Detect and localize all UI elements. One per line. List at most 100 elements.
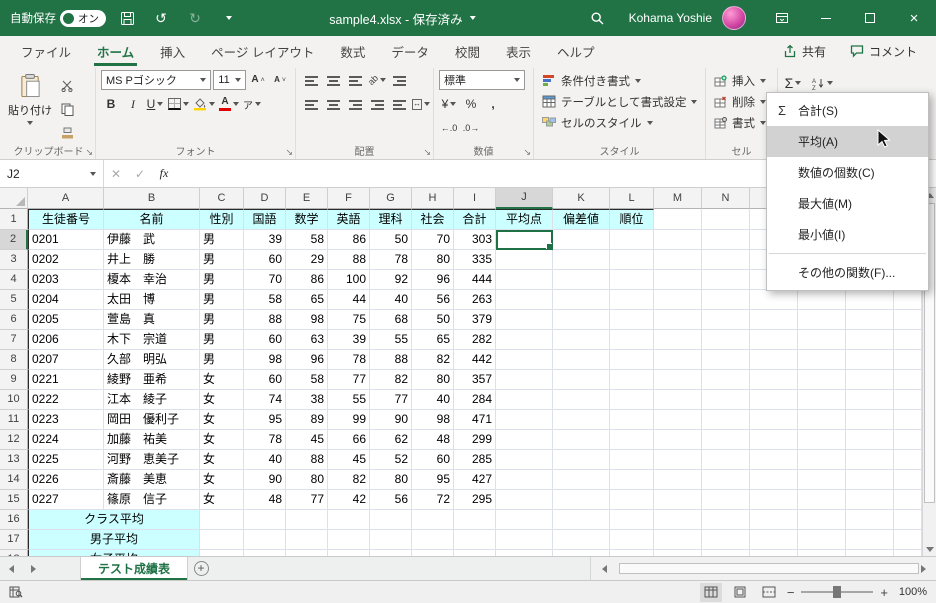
row-header-9[interactable]: 9 — [0, 370, 28, 390]
ribbon-display-options-button[interactable] — [760, 0, 804, 36]
scroll-left-button[interactable] — [593, 564, 615, 573]
cell-G1[interactable]: 理科 — [370, 209, 412, 230]
cell-L9[interactable] — [610, 370, 654, 390]
cell-B2[interactable]: 伊藤 武 — [104, 230, 200, 250]
tab-insert[interactable]: 挿入 — [147, 36, 198, 66]
col-header-M[interactable]: M — [654, 188, 702, 209]
cell-E2[interactable]: 58 — [286, 230, 328, 250]
cell-M11[interactable] — [654, 410, 702, 430]
cell-H10[interactable]: 40 — [412, 390, 454, 410]
cell-N4[interactable] — [702, 270, 750, 290]
delete-cells-button[interactable]: 削除 — [711, 91, 769, 112]
cell-J5[interactable] — [496, 290, 553, 310]
cell-E5[interactable]: 65 — [286, 290, 328, 310]
cell-G2[interactable]: 50 — [370, 230, 412, 250]
cell-J12[interactable] — [496, 430, 553, 450]
cell-A12[interactable]: 0224 — [28, 430, 104, 450]
cell-J16[interactable] — [496, 510, 553, 530]
cell-f46[interactable] — [894, 310, 922, 330]
cell-f110[interactable] — [750, 390, 798, 410]
cell-C2[interactable]: 男 — [200, 230, 244, 250]
cell-H9[interactable]: 80 — [412, 370, 454, 390]
cell-N11[interactable] — [702, 410, 750, 430]
cell-C14[interactable]: 女 — [200, 470, 244, 490]
cell-A9[interactable]: 0221 — [28, 370, 104, 390]
cell-I9[interactable]: 357 — [454, 370, 496, 390]
cell-f316[interactable] — [846, 510, 894, 530]
col-header-L[interactable]: L — [610, 188, 654, 209]
cell-D13[interactable]: 40 — [244, 450, 286, 470]
cell-f117[interactable] — [750, 530, 798, 550]
cell-J3[interactable] — [496, 250, 553, 270]
menu-item-more-functions[interactable]: その他の関数(F)... — [767, 257, 928, 288]
cell-L11[interactable] — [610, 410, 654, 430]
shrink-font-button[interactable]: A ˅ — [270, 70, 290, 90]
cell-E17[interactable] — [286, 530, 328, 550]
cell-D14[interactable]: 90 — [244, 470, 286, 490]
cell-B12[interactable]: 加藤 祐美 — [104, 430, 200, 450]
cell-M8[interactable] — [654, 350, 702, 370]
cell-E7[interactable]: 63 — [286, 330, 328, 350]
cell-F12[interactable]: 66 — [328, 430, 370, 450]
cell-G13[interactable]: 52 — [370, 450, 412, 470]
cell-B9[interactable]: 綾野 亜希 — [104, 370, 200, 390]
user-name[interactable]: Kohama Yoshie — [629, 11, 712, 25]
cell-M7[interactable] — [654, 330, 702, 350]
cell-I16[interactable] — [454, 510, 496, 530]
cell-L2[interactable] — [610, 230, 654, 250]
cell-E8[interactable]: 96 — [286, 350, 328, 370]
cell-K6[interactable] — [553, 310, 610, 330]
conditional-formatting-button[interactable]: 条件付き書式 — [539, 70, 644, 91]
cell-B6[interactable]: 萱島 真 — [104, 310, 200, 330]
cell-K7[interactable] — [553, 330, 610, 350]
cell-D10[interactable]: 74 — [244, 390, 286, 410]
cancel-formula-button[interactable]: ✕ — [104, 160, 128, 187]
cell-E15[interactable]: 77 — [286, 490, 328, 510]
cell-G3[interactable]: 78 — [370, 250, 412, 270]
cell-I12[interactable]: 299 — [454, 430, 496, 450]
cell-f312[interactable] — [846, 430, 894, 450]
cell-E4[interactable]: 86 — [286, 270, 328, 290]
col-header-K[interactable]: K — [553, 188, 610, 209]
cell-D3[interactable]: 60 — [244, 250, 286, 270]
cell-I2[interactable]: 303 — [454, 230, 496, 250]
cell-F2[interactable]: 86 — [328, 230, 370, 250]
cell-N3[interactable] — [702, 250, 750, 270]
cell-E12[interactable]: 45 — [286, 430, 328, 450]
cell-N7[interactable] — [702, 330, 750, 350]
cut-button[interactable] — [57, 75, 77, 95]
cell-f48[interactable] — [894, 350, 922, 370]
menu-item-max[interactable]: 最大値(M) — [767, 188, 928, 219]
cell-K9[interactable] — [553, 370, 610, 390]
cell-C15[interactable]: 女 — [200, 490, 244, 510]
undo-button[interactable]: ↺ — [148, 4, 174, 32]
cell-f18[interactable] — [750, 350, 798, 370]
cell-M15[interactable] — [654, 490, 702, 510]
cell-F8[interactable]: 78 — [328, 350, 370, 370]
cell-M12[interactable] — [654, 430, 702, 450]
cell-f217[interactable] — [798, 530, 846, 550]
cell-A11[interactable]: 0223 — [28, 410, 104, 430]
cell-H13[interactable]: 60 — [412, 450, 454, 470]
cell-E11[interactable]: 89 — [286, 410, 328, 430]
cell-D5[interactable]: 58 — [244, 290, 286, 310]
cell-I5[interactable]: 263 — [454, 290, 496, 310]
cell-N17[interactable] — [702, 530, 750, 550]
tab-file[interactable]: ファイル — [8, 36, 84, 66]
fill-color-button[interactable] — [192, 94, 216, 114]
cell-F3[interactable]: 88 — [328, 250, 370, 270]
cell-f112[interactable] — [750, 430, 798, 450]
name-box[interactable]: J2 — [0, 160, 104, 187]
cell-F11[interactable]: 99 — [328, 410, 370, 430]
cell-H3[interactable]: 80 — [412, 250, 454, 270]
cell-L12[interactable] — [610, 430, 654, 450]
cell-A2[interactable]: 0201 — [28, 230, 104, 250]
cell-K3[interactable] — [553, 250, 610, 270]
cell-G15[interactable]: 56 — [370, 490, 412, 510]
cell-L15[interactable] — [610, 490, 654, 510]
align-center-button[interactable] — [323, 94, 343, 114]
autosave-switch[interactable]: オン — [60, 9, 106, 27]
cell-I10[interactable]: 284 — [454, 390, 496, 410]
scrollbar-track[interactable] — [617, 562, 919, 575]
cell-J7[interactable] — [496, 330, 553, 350]
